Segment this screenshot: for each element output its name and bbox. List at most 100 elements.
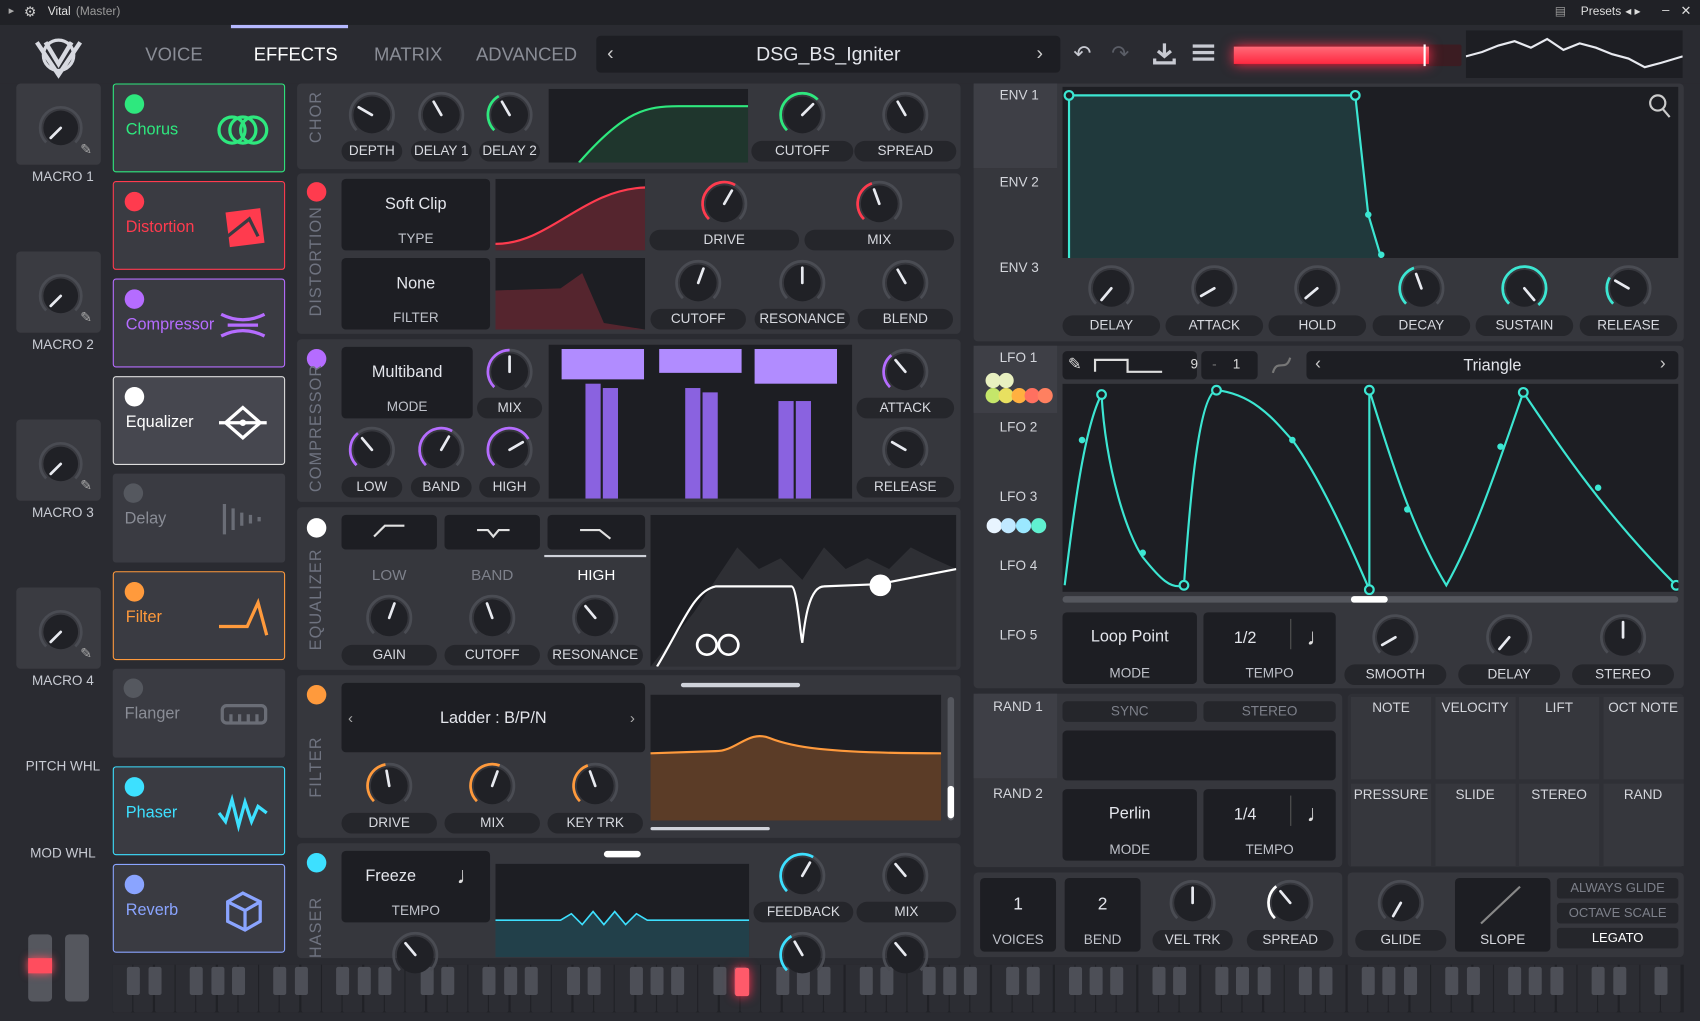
macro-3-knob[interactable] (37, 440, 85, 488)
env-knob-3[interactable] (1396, 263, 1446, 313)
compressor-knob2-0[interactable] (880, 347, 930, 397)
lfo-grid-size[interactable]: 9- 1 (1190, 351, 1258, 380)
compressor-knob-1[interactable] (347, 425, 397, 475)
next-preset-icon[interactable]: › (1036, 42, 1043, 65)
compressor-knob2-1[interactable] (880, 425, 930, 475)
rand-sync-button[interactable]: SYNC (1062, 701, 1197, 722)
edit-macro-icon[interactable]: ✎ (80, 477, 92, 494)
glide-knob[interactable] (1376, 878, 1426, 928)
black-key[interactable] (1550, 966, 1564, 996)
macro-2-knob[interactable] (37, 272, 85, 320)
macro-4-knob[interactable] (37, 608, 85, 656)
save-icon[interactable] (1151, 41, 1177, 65)
black-key[interactable] (713, 966, 727, 996)
black-key[interactable] (336, 966, 350, 996)
distortion-type-selector[interactable]: Soft Clip TYPE (341, 178, 491, 251)
tab-voice[interactable]: VOICE (145, 44, 202, 66)
menu-icon[interactable] (1192, 43, 1215, 63)
presets-icon[interactable]: ▤ (1555, 4, 1566, 18)
black-key[interactable] (1110, 966, 1124, 996)
black-key[interactable] (1173, 966, 1187, 996)
fx-item-reverb[interactable]: Reverb (112, 863, 286, 953)
mod-source-lift[interactable]: LIFT (1518, 696, 1600, 780)
phaser-knob-0[interactable] (777, 851, 827, 901)
chorus-knob2-0[interactable] (777, 90, 827, 140)
phaser-knob-extra[interactable] (390, 930, 440, 980)
fx-power-toggle[interactable] (124, 94, 145, 114)
compressor-knob-2[interactable] (416, 425, 466, 475)
lfo-knob-0[interactable] (1370, 612, 1420, 662)
fx-power-toggle[interactable] (124, 582, 145, 602)
lfo-note-icon[interactable]: ♩ (1306, 623, 1330, 651)
macro-1-knob[interactable] (37, 104, 85, 152)
phaser-knob-extra2[interactable] (777, 930, 827, 980)
lfo-knob-1[interactable] (1484, 612, 1534, 662)
black-key[interactable] (273, 966, 287, 996)
lfo-grid-b[interactable]: 1 (1233, 357, 1241, 372)
lfo-tempo-selector[interactable]: 1/2 ♩ TEMPO (1203, 612, 1336, 684)
filter-power-toggle[interactable] (306, 685, 327, 705)
lfo-5-tab[interactable]: LFO 5 (1000, 628, 1038, 643)
filter-next-icon[interactable]: › (630, 709, 635, 726)
tab-matrix[interactable]: MATRIX (374, 44, 442, 66)
mod-source-slide[interactable]: SLIDE (1434, 783, 1516, 867)
volume-meter[interactable] (1233, 44, 1462, 67)
lfo-next-shape-icon[interactable]: › (1660, 354, 1666, 374)
tab-effects[interactable]: EFFECTS (254, 44, 338, 66)
collapse-arrow-icon[interactable]: ▸ (9, 5, 14, 17)
fx-power-toggle[interactable] (124, 191, 145, 212)
phaser-tempo-selector[interactable]: Freeze ♩ TEMPO (341, 850, 491, 923)
black-key[interactable] (148, 966, 162, 996)
env-knob-0[interactable] (1086, 263, 1136, 313)
always-glide-button[interactable]: ALWAYS GLIDE (1556, 877, 1679, 899)
lfo-shape-selector[interactable]: ‹ Triangle › (1306, 351, 1679, 380)
black-key[interactable] (1068, 966, 1082, 996)
rand-stereo-button[interactable]: STEREO (1203, 701, 1336, 722)
rand-note-icon[interactable]: ♩ (1306, 800, 1330, 828)
chorus-knob-2[interactable] (485, 90, 535, 140)
black-key[interactable] (441, 966, 455, 996)
edit-macro-icon[interactable]: ✎ (80, 645, 92, 662)
black-key[interactable] (1591, 966, 1605, 996)
rand-1-tab[interactable]: RAND 1 (993, 699, 1043, 714)
black-key[interactable] (294, 966, 308, 996)
chorus-knob2-1[interactable] (880, 90, 930, 140)
note-icon[interactable]: ♩ (456, 862, 480, 890)
rand-mode-selector[interactable]: Perlin MODE (1062, 789, 1197, 861)
distortion-knob-0[interactable] (699, 179, 749, 229)
mod-wheel[interactable] (65, 934, 89, 1002)
filter-knob-1[interactable] (467, 761, 517, 811)
env-knob-2[interactable] (1292, 263, 1342, 313)
lfo-graph[interactable] (1062, 383, 1679, 607)
eq-high-shape-button[interactable] (547, 514, 646, 550)
eq-knob-1[interactable] (467, 593, 517, 643)
equalizer-graph[interactable] (650, 514, 957, 667)
chorus-knob-1[interactable] (416, 90, 466, 140)
black-key[interactable] (231, 966, 245, 996)
black-key[interactable] (1361, 966, 1375, 996)
filter-model-selector[interactable]: ‹ Ladder : B/P/N › (341, 682, 646, 753)
black-key[interactable] (1612, 966, 1626, 996)
fx-item-distortion[interactable]: Distortion (112, 181, 286, 270)
lfo-4-tab[interactable]: LFO 4 (1000, 558, 1038, 573)
black-key[interactable] (650, 966, 664, 996)
black-key[interactable] (1236, 966, 1250, 996)
eq-knob-2[interactable] (570, 593, 620, 643)
lfo-shape-toolbar[interactable]: ✎ (1062, 351, 1197, 380)
pencil-icon[interactable]: ✎ (1068, 354, 1082, 374)
distortion-filter-selector[interactable]: None FILTER (341, 257, 491, 330)
black-key[interactable] (189, 966, 203, 996)
black-key[interactable] (1257, 966, 1271, 996)
fx-item-delay[interactable]: Delay (112, 473, 286, 563)
fx-power-toggle[interactable] (124, 386, 145, 407)
black-key[interactable] (566, 966, 580, 996)
fx-item-flanger[interactable]: Flanger (112, 668, 286, 758)
eq-low-shape-button[interactable] (341, 514, 437, 550)
black-key[interactable] (1529, 966, 1543, 996)
mod-source-note[interactable]: NOTE (1350, 696, 1432, 780)
filter-knob-0[interactable] (364, 761, 414, 811)
vel-trk-knob[interactable] (1168, 878, 1218, 928)
octave-scale-button[interactable]: OCTAVE SCALE (1556, 902, 1679, 924)
eq-band-band[interactable]: BAND (445, 566, 540, 583)
presets-button[interactable]: Presets (1581, 5, 1621, 18)
